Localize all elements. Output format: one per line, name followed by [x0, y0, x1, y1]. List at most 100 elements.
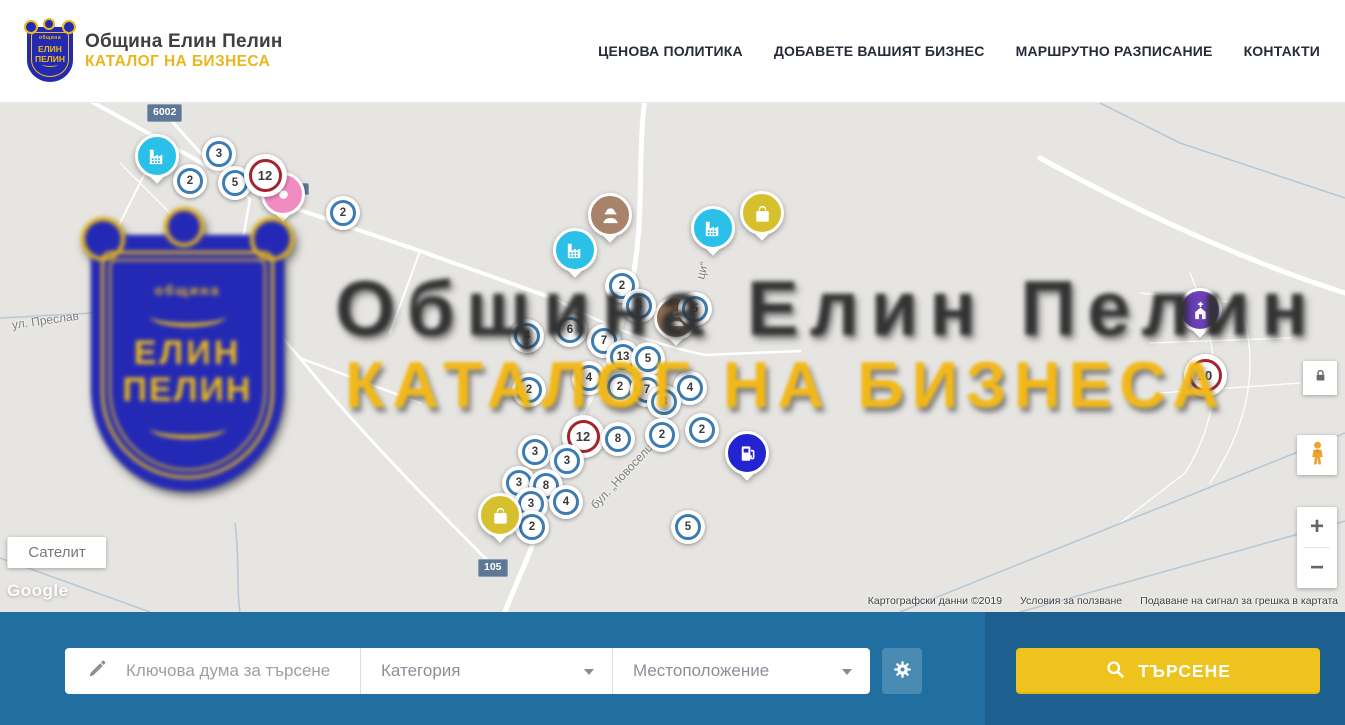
site-logo[interactable]: община ЕЛИН ПЕЛИН Община Елин Пелин КАТА…: [25, 20, 283, 82]
keyword-field-section: [65, 648, 360, 694]
fuel-icon: [736, 442, 759, 465]
category-dropdown[interactable]: Категория: [360, 648, 612, 694]
pencil-icon: [87, 658, 108, 684]
map[interactable]: 6002105ул. Преславбул. „Новоселци“ци“ 32…: [0, 103, 1345, 612]
cluster-ring: 3: [522, 439, 548, 465]
cluster-ring: 2: [519, 514, 545, 540]
cluster-ring: 10: [1189, 359, 1222, 392]
cluster-ring: 3: [626, 293, 652, 319]
nav-item-route-schedule[interactable]: МАРШРУТНО РАЗПИСАНИЕ: [1016, 43, 1213, 59]
advanced-settings-button[interactable]: [882, 648, 922, 694]
gear-icon: [892, 659, 913, 683]
cluster-marker[interactable]: 4: [549, 485, 583, 519]
header: община ЕЛИН ПЕЛИН Община Елин Пелин КАТА…: [0, 0, 1345, 103]
factory-icon: [702, 217, 725, 240]
factory-icon: [564, 239, 587, 262]
attribution-terms-link[interactable]: Условия за ползване: [1020, 595, 1122, 607]
map-attribution: Картографски данни ©2019 Условия за полз…: [868, 595, 1338, 607]
cluster-marker[interactable]: 4: [572, 361, 606, 395]
nav-item-contacts[interactable]: КОНТАКТИ: [1244, 43, 1320, 59]
page: община ЕЛИН ПЕЛИН Община Елин Пелин КАТА…: [0, 0, 1345, 725]
chevron-down-icon: [584, 669, 594, 675]
cluster-count: 4: [687, 382, 693, 394]
location-dropdown-value: Местоположение: [633, 661, 769, 681]
bag-pin-marker[interactable]: [478, 493, 522, 551]
cluster-ring: 3: [206, 141, 232, 167]
zoom-in-button[interactable]: +: [1297, 507, 1337, 547]
nav-item-pricing[interactable]: ЦЕНОВА ПОЛИТИКА: [598, 43, 743, 59]
cluster-ring: 8: [605, 426, 631, 452]
search-button-label: ТЪРСЕНЕ: [1138, 661, 1231, 682]
cluster-ring: 12: [249, 159, 282, 192]
fuel-pin-marker[interactable]: [725, 431, 769, 489]
category-dropdown-value: Категория: [381, 661, 460, 681]
cluster-marker[interactable]: 3: [518, 435, 552, 469]
factory-pin-marker[interactable]: [135, 134, 179, 192]
cluster-marker[interactable]: 2: [645, 418, 679, 452]
cluster-count: 3: [516, 477, 522, 489]
cluster-marker[interactable]: 8: [647, 385, 681, 419]
lock-control-button[interactable]: [1303, 361, 1337, 395]
pegman-icon: [1304, 439, 1331, 471]
cluster-count: 5: [645, 353, 651, 365]
main-navigation: ЦЕНОВА ПОЛИТИКА ДОБАВЕТЕ ВАШИЯТ БИЗНЕС М…: [598, 43, 1320, 59]
attribution-report-error-link[interactable]: Подаване на сигнал за грешка в картата: [1140, 595, 1338, 607]
search-bar: Категория Местоположение: [65, 648, 870, 694]
cluster-ring: 4: [553, 489, 579, 515]
cluster-marker[interactable]: 6: [553, 313, 587, 347]
attribution-copyright: Картографски данни ©2019: [868, 595, 1002, 607]
search-button[interactable]: ТЪРСЕНЕ: [1016, 648, 1320, 694]
cluster-count: 2: [617, 381, 623, 393]
cluster-count: 5: [232, 177, 238, 189]
cluster-count: 4: [563, 496, 569, 508]
cluster-marker[interactable]: 2: [512, 373, 546, 407]
factory-icon: [146, 145, 169, 168]
site-subtitle: КАТАЛОГ НА БИЗНЕСА: [85, 53, 283, 71]
google-logo[interactable]: Google: [7, 581, 69, 601]
location-dropdown[interactable]: Местоположение: [612, 648, 870, 694]
lock-icon: [1312, 367, 1329, 389]
church-icon: [1189, 299, 1212, 322]
cluster-marker[interactable]: 10: [1184, 354, 1227, 397]
cluster-marker[interactable]: 5: [671, 510, 705, 544]
cluster-count: 2: [187, 175, 193, 187]
cluster-ring: 5: [682, 296, 708, 322]
cluster-marker[interactable]: 4: [510, 319, 544, 353]
keyword-search-input[interactable]: [124, 660, 344, 682]
zoom-out-button[interactable]: −: [1297, 548, 1337, 588]
crest-name-line1: ЕЛИН: [25, 45, 75, 54]
road-number-label: 6002: [147, 104, 182, 122]
road-number-label: 105: [478, 559, 508, 577]
cluster-ring: 4: [514, 323, 540, 349]
bag-icon: [751, 202, 774, 225]
street-view-pegman-button[interactable]: [1297, 435, 1337, 475]
cluster-count: 12: [258, 168, 272, 183]
church-pin-marker[interactable]: [1178, 288, 1222, 346]
bag-pin-marker[interactable]: [740, 191, 784, 249]
cluster-marker[interactable]: 2: [685, 413, 719, 447]
cluster-ring: 6: [557, 317, 583, 343]
crest-org-text: община: [25, 36, 75, 41]
nav-item-add-business[interactable]: ДОБАВЕТЕ ВАШИЯТ БИЗНЕС: [774, 43, 985, 59]
satellite-tab[interactable]: Сателит: [7, 537, 106, 568]
cluster-count: 5: [692, 303, 698, 315]
factory-pin-marker[interactable]: [553, 228, 597, 286]
cluster-marker[interactable]: 2: [326, 196, 360, 230]
factory-pin-marker[interactable]: [691, 206, 735, 264]
cluster-ring: 4: [677, 375, 703, 401]
cluster-count: 12: [576, 429, 590, 444]
cluster-count: 4: [524, 330, 530, 342]
cluster-marker[interactable]: 12: [244, 154, 287, 197]
cluster-marker[interactable]: 3: [622, 289, 656, 323]
cluster-marker[interactable]: 5: [678, 292, 712, 326]
cluster-marker[interactable]: 8: [601, 422, 635, 456]
cluster-count: 2: [529, 521, 535, 533]
chevron-down-icon: [842, 669, 852, 675]
zoom-control: + −: [1297, 507, 1337, 588]
cluster-count: 3: [636, 300, 642, 312]
cluster-marker[interactable]: 5: [631, 342, 665, 376]
cluster-count: 8: [543, 480, 549, 492]
search-panel: Категория Местоположение ТЪРСЕНЕ: [0, 612, 1345, 725]
cluster-ring: 5: [675, 514, 701, 540]
cluster-ring: 2: [177, 168, 203, 194]
